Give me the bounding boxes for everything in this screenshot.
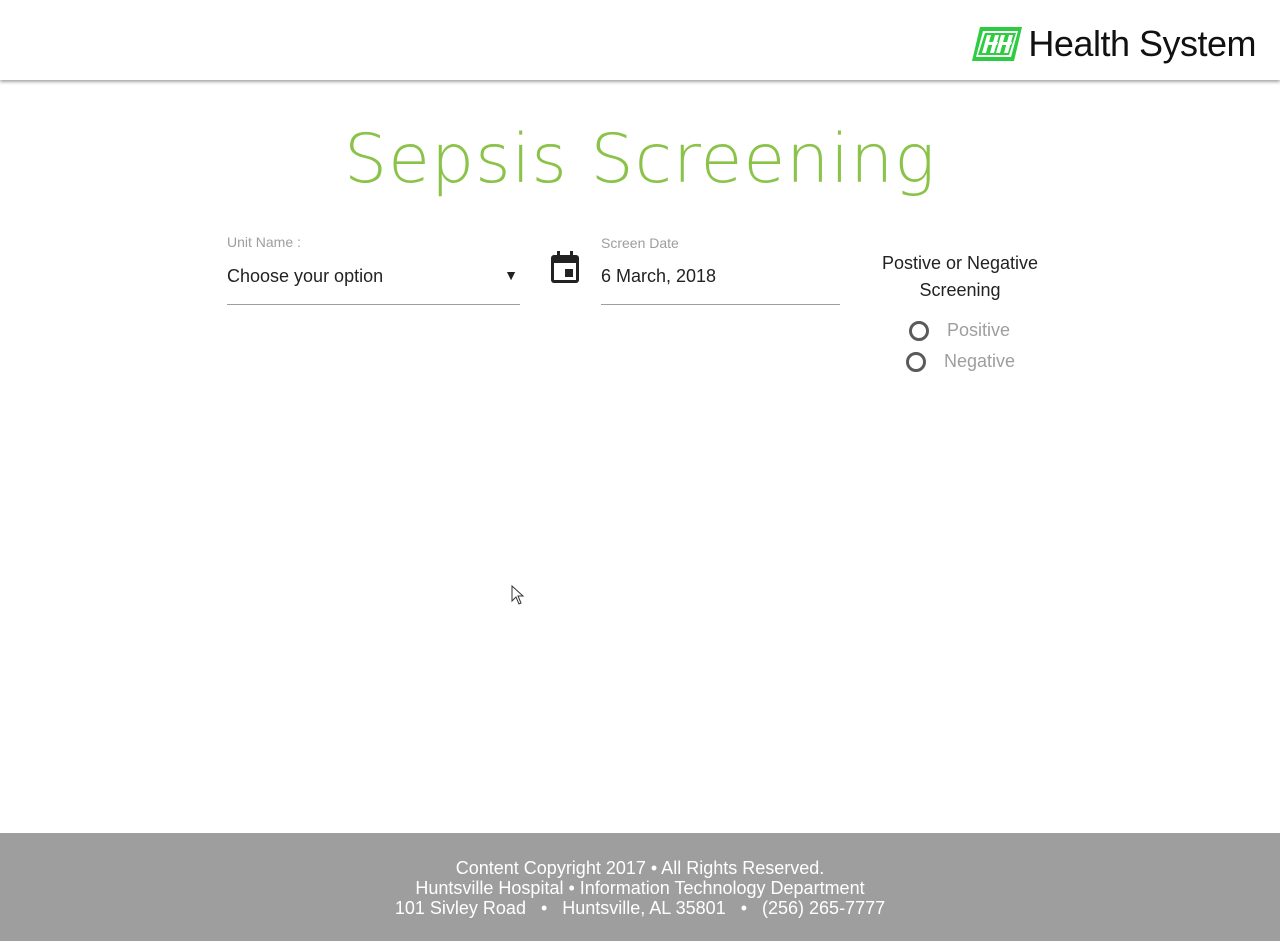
screening-result-title: Postive or Negative Screening	[870, 250, 1050, 304]
screen-date-label: Screen Date	[601, 235, 679, 251]
hh-logo-mark-icon	[972, 27, 1023, 61]
logo-text: Health System	[1028, 23, 1256, 64]
radio-negative-label[interactable]: Negative	[944, 351, 1015, 372]
page-footer: Content Copyright 2017 • All Rights Rese…	[0, 833, 1280, 941]
unit-name-label: Unit Name :	[227, 234, 301, 250]
radio-positive-label[interactable]: Positive	[947, 320, 1010, 341]
radio-circle-icon[interactable]	[906, 351, 926, 372]
radio-negative[interactable]: Negative	[906, 351, 1015, 372]
screening-result-title-line1: Postive or Negative	[881, 253, 1039, 273]
unit-name-selected-value: Choose your option	[227, 266, 384, 286]
footer-copyright: Content Copyright 2017 • All Rights Rese…	[455, 858, 825, 878]
radio-positive[interactable]: Positive	[909, 320, 1010, 341]
unit-name-select[interactable]: Choose your option ▼	[227, 258, 520, 305]
footer-department: Huntsville Hospital • Information Techno…	[415, 878, 865, 898]
page-title: Sepsis Screening	[343, 120, 937, 199]
radio-circle-icon[interactable]	[909, 320, 929, 341]
app-header: Health System	[0, 0, 1280, 80]
triangle-down-icon: ▼	[504, 267, 518, 283]
footer-address: 101 Sivley Road • Huntsville, AL 35801 •…	[394, 898, 886, 918]
screen-date-input[interactable]	[601, 258, 840, 305]
mouse-pointer-icon	[511, 585, 525, 605]
calendar-icon[interactable]	[550, 251, 580, 284]
health-system-logo[interactable]: Health System	[972, 22, 1256, 66]
screening-result-title-line2: Screening	[919, 280, 1001, 300]
